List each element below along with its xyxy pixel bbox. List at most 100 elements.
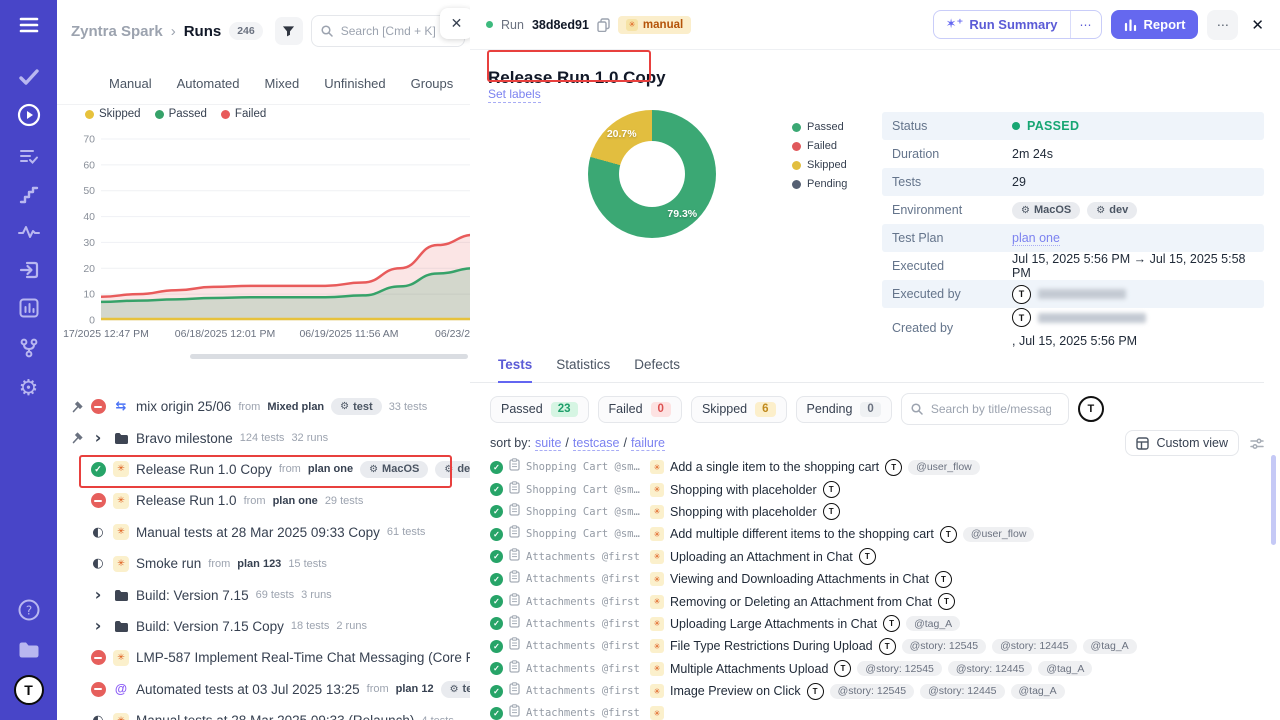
tab-manual[interactable]: Manual bbox=[109, 76, 152, 91]
donut-legend-item: Passed bbox=[792, 121, 847, 133]
test-row[interactable]: ✓Attachments @first✳ bbox=[470, 702, 1280, 720]
help-icon[interactable]: ? bbox=[0, 595, 57, 625]
run-plan-link[interactable]: plan 123 bbox=[237, 558, 281, 570]
run-group-row[interactable]: ›Bravo milestone124 tests32 runs bbox=[57, 422, 470, 453]
run-plan-link[interactable]: plan one bbox=[308, 463, 353, 475]
gear-icon[interactable]: ⚙ bbox=[0, 373, 57, 403]
test-row[interactable]: ✓Attachments @first✳File Type Restrictio… bbox=[470, 635, 1280, 657]
sort-by-label: sort by: bbox=[490, 436, 531, 450]
run-row[interactable]: ✳LMP-587 Implement Real-Time Chat Messag… bbox=[57, 642, 470, 673]
tab-automated[interactable]: Automated bbox=[177, 76, 240, 91]
env-badge-label: dev bbox=[1109, 204, 1128, 216]
test-assignee-avatar: T bbox=[834, 660, 851, 677]
run-row[interactable]: ✳Release Run 1.0fromplan one29 tests bbox=[57, 485, 470, 516]
set-labels-link[interactable]: Set labels bbox=[488, 87, 541, 103]
menu-icon[interactable] bbox=[0, 10, 57, 40]
runs-history-chart: 70605040302010017/2025 12:47 PM06/18/202… bbox=[57, 128, 470, 350]
env-badge: ⚙MacOS bbox=[360, 461, 428, 478]
more-options-button[interactable]: ⋯ bbox=[1207, 10, 1238, 40]
close-detail-button[interactable]: ✕ bbox=[1251, 16, 1264, 34]
view-settings-icon[interactable] bbox=[1250, 437, 1264, 450]
run-title: Release Run 1.0 Copy bbox=[136, 462, 272, 477]
test-row[interactable]: ✓Attachments @first✳Multiple Attachments… bbox=[470, 658, 1280, 680]
run-group-row[interactable]: ›Build: Version 7.1569 tests3 runs bbox=[57, 579, 470, 610]
run-plan-link[interactable]: plan 12 bbox=[396, 683, 434, 695]
test-row[interactable]: ✓Shopping Cart @sm...✳Add multiple diffe… bbox=[470, 523, 1280, 545]
test-row[interactable]: ✓Shopping Cart @sm...✳Shopping with plac… bbox=[470, 501, 1280, 523]
assignee-filter-avatar[interactable]: T bbox=[1078, 396, 1104, 422]
test-row[interactable]: ✓Attachments @first✳Removing or Deleting… bbox=[470, 590, 1280, 612]
test-plan-link[interactable]: plan one bbox=[1012, 231, 1060, 246]
user-avatar[interactable]: T bbox=[0, 675, 57, 705]
tab-mixed[interactable]: Mixed bbox=[265, 76, 300, 91]
filter-failed[interactable]: Failed0 bbox=[598, 396, 682, 423]
breadcrumb-project[interactable]: Zyntra Spark bbox=[71, 23, 163, 40]
test-suite-label: Attachments @first bbox=[526, 596, 644, 608]
tests-search-input[interactable] bbox=[929, 401, 1053, 417]
tab-unfinished[interactable]: Unfinished bbox=[324, 76, 385, 91]
chevron-right-icon[interactable]: › bbox=[90, 587, 106, 603]
steps-icon[interactable] bbox=[0, 180, 57, 210]
run-row[interactable]: @Automated tests at 03 Jul 2025 13:25fro… bbox=[57, 674, 470, 705]
test-passed-icon: ✓ bbox=[490, 707, 503, 720]
breadcrumb-section[interactable]: Runs bbox=[184, 23, 222, 40]
filter-passed[interactable]: Passed23 bbox=[490, 396, 589, 423]
play-circle-icon[interactable] bbox=[0, 100, 57, 130]
custom-view-button[interactable]: Custom view bbox=[1125, 430, 1239, 456]
status-stopped-icon bbox=[91, 399, 106, 414]
sort-by-testcase[interactable]: testcase bbox=[573, 436, 620, 451]
filter-skipped[interactable]: Skipped 6 bbox=[691, 396, 787, 423]
filter-count-badge: 6 bbox=[755, 402, 775, 417]
tab-statistics[interactable]: Statistics bbox=[556, 357, 610, 382]
folder-icon[interactable] bbox=[0, 635, 57, 665]
tab-groups[interactable]: Groups bbox=[411, 76, 454, 91]
test-row[interactable]: ✓Attachments @first✳Uploading Large Atta… bbox=[470, 613, 1280, 635]
test-row[interactable]: ✓Attachments @first✳Uploading an Attachm… bbox=[470, 546, 1280, 568]
run-row[interactable]: ◐✳Manual tests at 28 Mar 2025 09:33 Copy… bbox=[57, 517, 470, 548]
run-group-row[interactable]: ›Build: Version 7.15 Copy18 tests2 runs bbox=[57, 611, 470, 642]
check-icon[interactable] bbox=[0, 62, 57, 92]
detail-value: T bbox=[1012, 285, 1126, 304]
manual-sparkle-icon: ✳ bbox=[650, 527, 664, 541]
chevron-right-icon[interactable]: › bbox=[90, 618, 106, 634]
run-row[interactable]: ◐✳Smoke runfromplan 12315 tests bbox=[57, 548, 470, 579]
sort-by-suite[interactable]: suite bbox=[535, 436, 561, 451]
branch-icon[interactable] bbox=[0, 333, 57, 363]
tab-defects[interactable]: Defects bbox=[634, 357, 680, 382]
copy-icon[interactable] bbox=[597, 18, 610, 32]
test-row[interactable]: ✓Attachments @first✳Image Preview on Cli… bbox=[470, 680, 1280, 702]
filter-button[interactable] bbox=[275, 17, 303, 45]
runs-search-input[interactable] bbox=[339, 23, 453, 39]
test-row[interactable]: ✓Shopping Cart @sm...✳Shopping with plac… bbox=[470, 478, 1280, 500]
list-check-icon[interactable] bbox=[0, 142, 57, 172]
run-plan-link[interactable]: Mixed plan bbox=[267, 401, 324, 413]
run-row[interactable]: ◐✳Manual tests at 28 Mar 2025 09:33 (Rel… bbox=[57, 705, 470, 720]
close-panel-button[interactable]: ✕ bbox=[440, 8, 471, 39]
tab-tests[interactable]: Tests bbox=[498, 357, 532, 383]
status-filter-pills: Passed23 Failed0 Skipped 6 Pending0 bbox=[490, 396, 892, 423]
run-row[interactable]: ✓✳Release Run 1.0 Copyfromplan one⚙MacOS… bbox=[57, 454, 470, 485]
filter-pending[interactable]: Pending0 bbox=[796, 396, 892, 423]
chevron-right-icon[interactable]: › bbox=[90, 430, 106, 446]
bar-chart-icon[interactable] bbox=[0, 293, 57, 323]
vertical-scrollbar[interactable] bbox=[1271, 455, 1276, 545]
run-plan-link[interactable]: plan one bbox=[273, 495, 318, 507]
report-button[interactable]: Report bbox=[1111, 10, 1199, 39]
test-passed-icon: ✓ bbox=[490, 685, 503, 698]
activity-icon[interactable] bbox=[0, 217, 57, 247]
test-row[interactable]: ✓Attachments @first✳Viewing and Download… bbox=[470, 568, 1280, 590]
detail-row: StatusPASSED bbox=[882, 112, 1264, 140]
filter-label: Skipped bbox=[702, 402, 747, 416]
test-title: Image Preview on Click bbox=[670, 684, 801, 698]
run-type-automated-icon: @ bbox=[113, 683, 129, 696]
run-summary-more-button[interactable]: ⋯ bbox=[1070, 11, 1101, 38]
sort-by-failure[interactable]: failure bbox=[631, 436, 665, 451]
tests-search[interactable] bbox=[901, 393, 1069, 425]
run-row[interactable]: ⇆mix origin 25/06fromMixed plan⚙test33 t… bbox=[57, 391, 470, 422]
env-badge: ⚙test bbox=[331, 398, 382, 415]
run-summary-button[interactable]: ✶⁺ Run Summary bbox=[934, 11, 1070, 38]
mixed-sync-icon: ⇆ bbox=[116, 400, 127, 413]
test-row[interactable]: ✓Shopping Cart @sm...✳Add a single item … bbox=[470, 456, 1280, 478]
chart-horizontal-scrollbar[interactable] bbox=[190, 354, 468, 359]
sign-in-icon[interactable] bbox=[0, 255, 57, 285]
